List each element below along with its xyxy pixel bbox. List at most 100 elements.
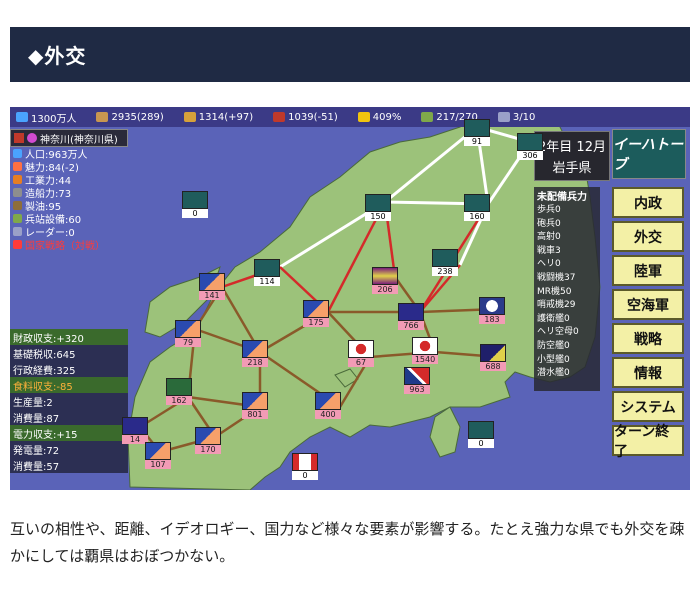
- prefecture-stats: 人口:963万人 魅力:84(-2) 工業力:44 造船力:73 製油:95 兵站設備:6…: [10, 147, 132, 252]
- node-strength: 141: [199, 291, 225, 300]
- troop-item: 潜水艦0: [537, 368, 570, 379]
- supply-icon: [13, 214, 22, 223]
- diplomacy-button[interactable]: 外交: [612, 221, 684, 252]
- fuji-flag-icon: [303, 300, 329, 318]
- node-strength: 160: [464, 212, 490, 221]
- node-strength: 306: [517, 151, 543, 160]
- resource-value: 1314(+97): [198, 111, 254, 123]
- prefecture-node[interactable]: 218: [242, 340, 268, 367]
- ihatov-flag-icon: [468, 421, 494, 439]
- ihatov-flag-icon: [254, 259, 280, 277]
- fuji-flag-icon: [145, 442, 171, 460]
- prefecture-name: 神奈川(神奈川県): [40, 134, 118, 146]
- prefecture-node[interactable]: 114: [254, 259, 280, 286]
- economy-row: 財政収支:+320: [10, 329, 128, 345]
- prefecture-node[interactable]: 400: [315, 392, 341, 419]
- radar-icon: [13, 227, 22, 236]
- resource-value: 2935(289): [111, 111, 164, 123]
- prefecture-node[interactable]: 175: [303, 300, 329, 327]
- prefecture-node[interactable]: 91: [464, 119, 490, 146]
- supply-icon: [421, 112, 434, 122]
- heart-icon: [27, 133, 37, 143]
- prefecture-node[interactable]: 183: [479, 297, 505, 324]
- heart-icon: [13, 162, 22, 171]
- approval-icon: [357, 112, 370, 122]
- fuel-icon: [273, 112, 286, 122]
- ihatov-flag-icon: [432, 249, 458, 267]
- node-strength: 175: [303, 318, 329, 327]
- economy-row: 電力収支:+15: [10, 425, 128, 441]
- people-icon: [13, 149, 22, 158]
- domestic-button[interactable]: 内政: [612, 187, 684, 218]
- troop-item: 高射0: [537, 232, 561, 243]
- node-strength: 1540: [412, 355, 438, 364]
- navyflag-flag-icon: [480, 344, 506, 362]
- system-button[interactable]: システム: [612, 391, 684, 422]
- fuji-flag-icon: [242, 340, 268, 358]
- maple-flag-icon: [292, 453, 318, 471]
- prefecture-node[interactable]: 963: [404, 367, 430, 394]
- prefecture-node[interactable]: 162: [166, 378, 192, 405]
- emblem-flag-icon: [479, 297, 505, 315]
- node-strength: 400: [315, 410, 341, 419]
- resource-value: 409%: [372, 111, 402, 123]
- prefecture-node[interactable]: 0: [182, 191, 208, 218]
- rising-flag-icon: [348, 340, 374, 358]
- prefecture-node[interactable]: 306: [517, 133, 543, 160]
- flag-icon: [13, 240, 22, 249]
- prefecture-node[interactable]: 206: [372, 267, 398, 294]
- fuji-flag-icon: [315, 392, 341, 410]
- node-strength: 0: [182, 209, 208, 218]
- prefecture-name-box[interactable]: 神奈川(神奈川県): [10, 129, 128, 147]
- economy-row: 消費量:87: [10, 409, 128, 425]
- section-header: ◆外交: [10, 27, 690, 82]
- troop-item: 戦車3: [537, 245, 561, 256]
- node-strength: 150: [365, 212, 391, 221]
- prefecture-node[interactable]: 0: [468, 421, 494, 448]
- node-strength: 162: [166, 396, 192, 405]
- prefecture-node[interactable]: 238: [432, 249, 458, 276]
- economy-row: 食料収支:-85: [10, 377, 128, 393]
- prefecture-node[interactable]: 67: [348, 340, 374, 367]
- prefecture-node[interactable]: 107: [145, 442, 171, 469]
- economy-row: 基礎税収:645: [10, 345, 128, 361]
- prefecture-node[interactable]: 150: [365, 194, 391, 221]
- fuji-flag-icon: [175, 320, 201, 338]
- economy-row: 行政経費:325: [10, 361, 128, 377]
- date-turn: 2年目 12月: [538, 140, 606, 155]
- prefecture-node[interactable]: 766: [398, 303, 424, 330]
- strategy-button[interactable]: 戦略: [612, 323, 684, 354]
- prefecture-node[interactable]: 801: [242, 392, 268, 419]
- resource-value: 3/10: [512, 111, 536, 123]
- caption: 互いの相性や、距離、イデオロギー、国力など様々な要素が影響する。たとえ強力な県で…: [10, 520, 685, 565]
- current-prefecture: 岩手県: [552, 161, 592, 176]
- resource-population: 1300万人: [16, 110, 76, 125]
- intelligence-button[interactable]: 情報: [612, 357, 684, 388]
- rising-flag-icon: [412, 337, 438, 355]
- ihatov-flag-icon: [365, 194, 391, 212]
- fuji-flag-icon: [242, 392, 268, 410]
- navy-flag-icon: [122, 417, 148, 435]
- army-button[interactable]: 陸軍: [612, 255, 684, 286]
- node-strength: 183: [479, 315, 505, 324]
- fuji-flag-icon: [199, 273, 225, 291]
- prefecture-node[interactable]: 160: [464, 194, 490, 221]
- prefecture-node[interactable]: 688: [480, 344, 506, 371]
- node-strength: 114: [254, 277, 280, 286]
- end-turn-button[interactable]: ターン終了: [612, 424, 684, 460]
- game-screenshot: 1300万人 2935(289) 1314(+97) 1039(-51) 409% 217…: [10, 107, 690, 490]
- prefecture-node[interactable]: 1540: [412, 337, 438, 364]
- ihatov-flag-icon: [182, 191, 208, 209]
- prefecture-node[interactable]: 14: [122, 417, 148, 444]
- prefecture-node[interactable]: 79: [175, 320, 201, 347]
- troop-item: ヘリ空母0: [537, 327, 579, 338]
- economy-row: 発電量:72: [10, 441, 128, 457]
- oil-icon: [13, 201, 22, 210]
- prefecture-node[interactable]: 141: [199, 273, 225, 300]
- air-navy-button[interactable]: 空海軍: [612, 289, 684, 320]
- node-strength: 801: [242, 410, 268, 419]
- resource-money-bag: 2935(289): [96, 111, 164, 123]
- prefecture-node[interactable]: 0: [292, 453, 318, 480]
- prefecture-node[interactable]: 170: [195, 427, 221, 454]
- population-icon: [16, 112, 28, 122]
